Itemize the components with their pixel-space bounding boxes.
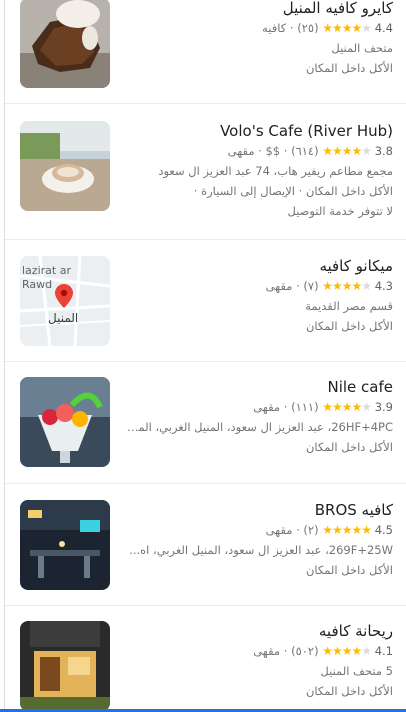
list-item[interactable]: lazirat ar Rawd المنيل ميكانو كافيه 4.3 … (5, 239, 406, 362)
rating-value: 4.1 (374, 644, 393, 658)
service-options: الأكل داخل المكان (305, 563, 393, 577)
service-options: الأكل داخل المكان · الإيصال إلى السيارة … (193, 184, 393, 198)
place-photo[interactable] (20, 0, 110, 88)
rating-value: 3.9 (374, 400, 393, 414)
category: مقهى (265, 279, 293, 293)
service-options: الأكل داخل المكان (305, 319, 393, 333)
place-title[interactable]: Nile cafe (123, 377, 393, 397)
place-photo[interactable] (20, 621, 110, 711)
price-level: $$ (265, 144, 281, 158)
place-photo[interactable] (20, 121, 110, 211)
category: مقهى (265, 523, 293, 537)
rating-value: 4.5 (374, 523, 393, 537)
list-item[interactable]: Nile cafe 3.9 ★★★★★ (١١١) · مقهى 26HF+4P… (5, 361, 406, 484)
place-title[interactable]: ريحانة كافيه (123, 621, 393, 641)
place-photo[interactable] (20, 377, 110, 467)
place-title[interactable]: Volo's Cafe (River Hub) (123, 121, 393, 141)
address: متحف المنيل (331, 41, 393, 55)
list-item[interactable]: كايرو كافيه المنيل 4.4 ★★★★★ (٢٥) · كافي… (5, 0, 406, 104)
map-label: lazirat ar (22, 264, 71, 277)
review-count: (٧) (303, 279, 319, 293)
address: 26HF+4PC، عبد العزيز ال سعود، المنيل الغ… (123, 420, 393, 434)
star-rating-icon: ★★★★★ (322, 144, 372, 158)
category: مقهى (253, 644, 281, 658)
map-label: Rawd (22, 278, 52, 291)
address: 269F+25W، عبد العزيز ال سعود، المنيل الغ… (129, 543, 393, 557)
category: مقهى (227, 144, 255, 158)
star-rating-icon: ★★★★★ (322, 21, 372, 35)
results-list: كايرو كافيه المنيل 4.4 ★★★★★ (٢٥) · كافي… (4, 0, 406, 712)
review-count: (٢) (303, 523, 319, 537)
place-title[interactable]: كايرو كافيه المنيل (123, 0, 393, 18)
address: قسم مصر القديمة (305, 299, 393, 313)
map-pin-icon (55, 284, 73, 308)
rating-value: 4.4 (374, 21, 393, 35)
review-count: (٥٠٢) (291, 644, 319, 658)
list-item[interactable]: Volo's Cafe (River Hub) 3.8 ★★★★★ (٦١٤) … (5, 103, 406, 240)
category: كافيه (262, 21, 287, 35)
star-rating-icon: ★★★★★ (322, 279, 372, 293)
address: مجمع مطاعم ريفير هاب، 74 عبد العزيز ال س… (158, 164, 393, 178)
place-title[interactable]: كافيه BROS (123, 500, 393, 520)
review-count: (١١١) (291, 400, 319, 414)
place-title[interactable]: ميكانو كافيه (123, 256, 393, 276)
service-options: الأكل داخل المكان (305, 61, 393, 75)
star-rating-icon: ★★★★★ (322, 400, 372, 414)
service-options: لا تتوفر خدمة التوصيل (287, 204, 393, 218)
map-thumbnail[interactable]: lazirat ar Rawd المنيل (20, 256, 110, 346)
map-label: المنيل (48, 311, 78, 325)
place-photo[interactable] (20, 500, 110, 590)
service-options: الأكل داخل المكان (305, 440, 393, 454)
star-rating-icon: ★★★★★ (322, 523, 372, 537)
category: مقهى (253, 400, 281, 414)
list-item[interactable]: ريحانة كافيه 4.1 ★★★★★ (٥٠٢) · مقهى 5 مت… (5, 605, 406, 712)
rating-value: 3.8 (374, 144, 393, 158)
list-item[interactable]: كافيه BROS 4.5 ★★★★★ (٢) · مقهى 269F+25W… (5, 483, 406, 606)
rating-value: 4.3 (374, 279, 393, 293)
review-count: (٢٥) (297, 21, 319, 35)
service-options: الأكل داخل المكان (305, 684, 393, 698)
review-count: (٦١٤) (291, 144, 319, 158)
star-rating-icon: ★★★★★ (322, 644, 372, 658)
address: 5 متحف المنيل (320, 664, 393, 678)
